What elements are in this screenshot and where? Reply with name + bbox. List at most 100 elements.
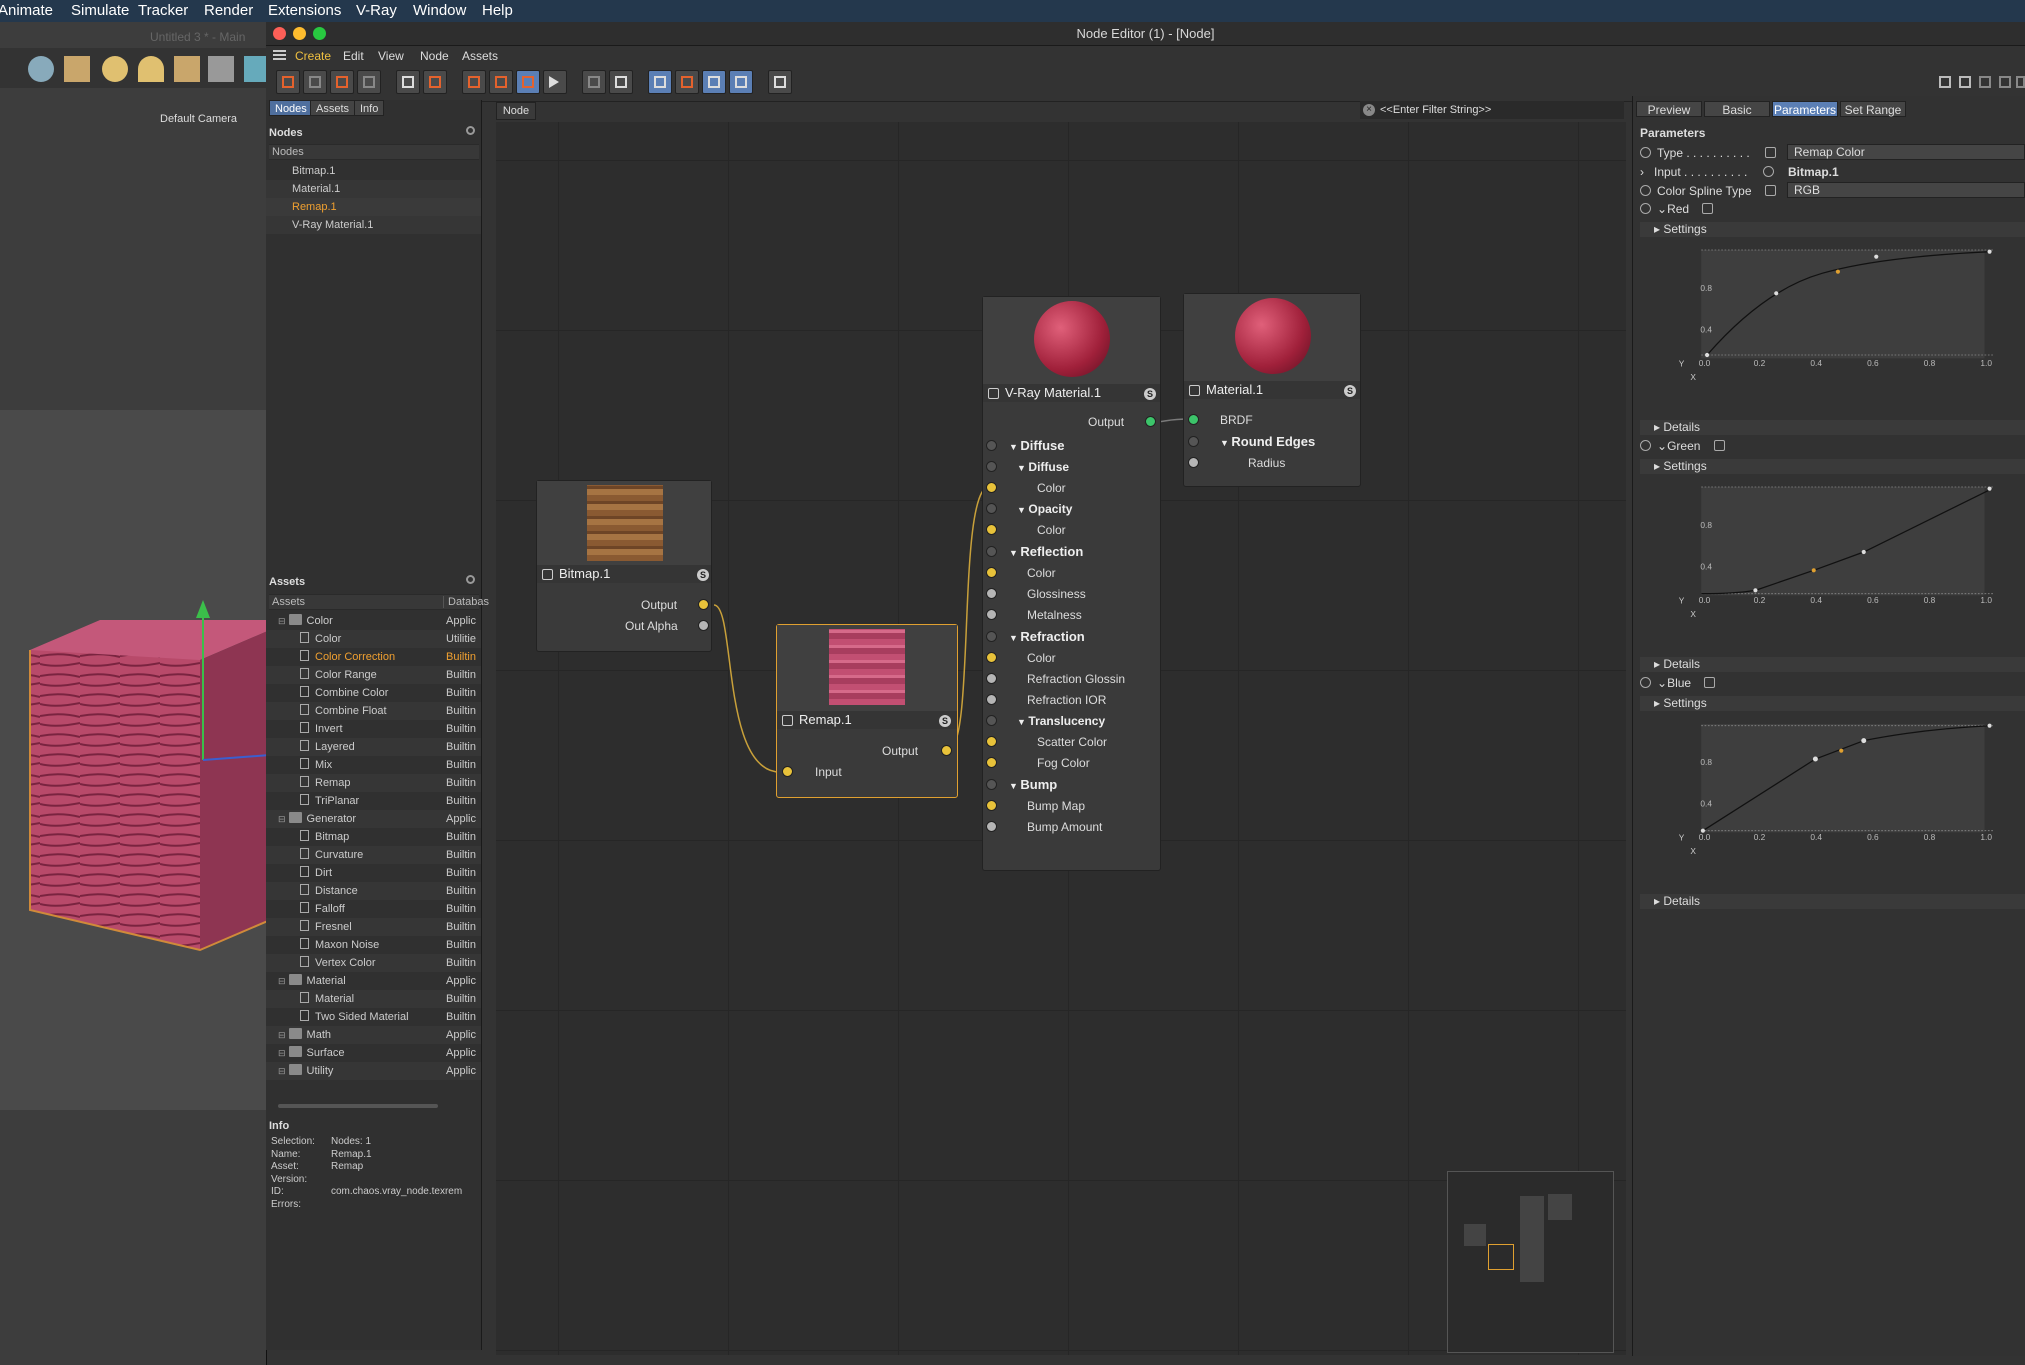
remap-node[interactable]: Remap.1 S Output Input bbox=[776, 624, 958, 798]
asset-item[interactable]: Color Utilitie bbox=[266, 630, 481, 648]
collapse-arrow-icon[interactable]: ▼ bbox=[1009, 781, 1020, 791]
remove-node-tool-icon[interactable] bbox=[357, 70, 381, 94]
lock-icon[interactable] bbox=[1999, 76, 2011, 88]
port-group-row[interactable]: ▼ Refraction bbox=[983, 626, 1162, 648]
port-row[interactable]: Color bbox=[983, 563, 1162, 584]
expand-toggle-icon[interactable]: ⊟ bbox=[278, 976, 286, 986]
menu-create[interactable]: Create bbox=[295, 49, 331, 63]
tab-basic[interactable]: Basic bbox=[1704, 101, 1770, 117]
graph-minimap[interactable] bbox=[1447, 1171, 1614, 1353]
zoom-window-icon[interactable] bbox=[313, 27, 326, 40]
menu-simulate[interactable]: Simulate bbox=[71, 2, 129, 19]
checkbox[interactable] bbox=[1713, 440, 1725, 451]
tab-assets[interactable]: Assets bbox=[310, 100, 356, 116]
type-select[interactable]: Remap Color bbox=[1787, 144, 2025, 160]
blue-curve-editor[interactable]: 0.8 0.4 YX 0.0 0.2 0.4 0.6 0.8 1.0 bbox=[1640, 714, 2025, 864]
menu-node[interactable]: Node bbox=[420, 49, 449, 63]
minimize-window-icon[interactable] bbox=[293, 27, 306, 40]
port-row[interactable]: Refraction Glossin bbox=[983, 669, 1162, 690]
asset-item[interactable]: Color Range Builtin bbox=[266, 666, 481, 684]
port-group-row[interactable]: ▼ Translucency bbox=[983, 711, 1162, 732]
asset-item[interactable]: Invert Builtin bbox=[266, 720, 481, 738]
menu-vray[interactable]: V-Ray bbox=[356, 2, 397, 19]
input-port[interactable] bbox=[986, 609, 997, 620]
node-title[interactable]: Material.1 bbox=[1184, 381, 1360, 399]
search-icon[interactable] bbox=[466, 575, 475, 584]
menu-edit[interactable]: Edit bbox=[343, 49, 364, 63]
layout-grid-icon[interactable] bbox=[489, 70, 513, 94]
node-tree-item[interactable]: V-Ray Material.1 bbox=[266, 216, 481, 234]
port-group-row[interactable]: ▼ Opacity bbox=[983, 499, 1162, 520]
port-group-label[interactable]: ▼ Round Edges bbox=[1220, 434, 1315, 449]
expand-toggle-icon[interactable]: ⊟ bbox=[278, 1030, 286, 1040]
collapse-arrow-icon[interactable]: ▼ bbox=[1017, 717, 1028, 727]
select-node-tool-icon[interactable] bbox=[330, 70, 354, 94]
settings-bar[interactable]: ▸ Settings bbox=[1640, 222, 2025, 237]
input-port[interactable] bbox=[1188, 436, 1199, 447]
panel-layout-1-icon[interactable] bbox=[1939, 76, 1951, 88]
layout-flow-icon[interactable] bbox=[516, 70, 540, 94]
asset-item[interactable]: Falloff Builtin bbox=[266, 900, 481, 918]
input-port[interactable] bbox=[986, 440, 997, 451]
animate-radio-icon[interactable] bbox=[1640, 440, 1651, 451]
port-group-row[interactable]: ▼ Bump bbox=[983, 774, 1162, 796]
bitmap-node[interactable]: Bitmap.1 S Output Out Alpha bbox=[536, 480, 712, 652]
asset-item[interactable]: Bitmap Builtin bbox=[266, 828, 481, 846]
output-port[interactable] bbox=[941, 745, 952, 756]
node-tree-item-selected[interactable]: Remap.1 bbox=[266, 198, 481, 216]
asset-item[interactable]: Curvature Builtin bbox=[266, 846, 481, 864]
port-group-row[interactable]: ▼ Reflection bbox=[983, 541, 1162, 563]
details-bar[interactable]: ▸ Details bbox=[1640, 657, 2025, 672]
connect-icon[interactable] bbox=[702, 70, 726, 94]
port-row[interactable]: Bump Amount bbox=[983, 817, 1162, 838]
input-port[interactable] bbox=[986, 652, 997, 663]
sphere-icon[interactable] bbox=[102, 56, 128, 82]
light-icon[interactable] bbox=[64, 56, 90, 82]
brush-icon[interactable] bbox=[729, 70, 753, 94]
port-row[interactable]: Bump Map bbox=[983, 796, 1162, 817]
paste-tool-icon[interactable] bbox=[423, 70, 447, 94]
tab-set-range[interactable]: Set Range bbox=[1840, 101, 1906, 117]
asset-item[interactable]: Mix Builtin bbox=[266, 756, 481, 774]
input-port[interactable] bbox=[986, 694, 997, 705]
asset-item[interactable]: Dirt Builtin bbox=[266, 864, 481, 882]
port-row[interactable]: Scatter Color bbox=[983, 732, 1162, 753]
collapse-arrow-icon[interactable]: ▼ bbox=[1009, 633, 1020, 643]
menu-assets[interactable]: Assets bbox=[462, 49, 498, 63]
asset-folder[interactable]: ⊟ Surface Applic bbox=[266, 1044, 481, 1062]
asset-item[interactable]: Combine Float Builtin bbox=[266, 702, 481, 720]
node-title[interactable]: Remap.1 bbox=[777, 711, 957, 729]
solo-icon[interactable] bbox=[582, 70, 606, 94]
details-bar[interactable]: ▸ Details bbox=[1640, 894, 2025, 909]
wood-cube[interactable] bbox=[0, 590, 270, 960]
expand-toggle-icon[interactable]: ⊟ bbox=[278, 1048, 286, 1058]
asset-folder[interactable]: ⊟ Generator Applic bbox=[266, 810, 481, 828]
hamburger-icon[interactable] bbox=[273, 50, 286, 60]
animate-radio-icon[interactable] bbox=[1640, 147, 1651, 158]
settings-bar[interactable]: ▸ Settings bbox=[1640, 459, 2025, 474]
input-port[interactable] bbox=[986, 821, 997, 832]
spline-type-select[interactable]: RGB bbox=[1787, 182, 2025, 198]
input-value[interactable]: Bitmap.1 bbox=[1788, 165, 1839, 179]
cloud-icon[interactable] bbox=[28, 56, 54, 82]
port-row[interactable]: Color bbox=[983, 478, 1162, 499]
asset-item[interactable]: Fresnel Builtin bbox=[266, 918, 481, 936]
animate-radio-icon[interactable] bbox=[1640, 677, 1651, 688]
horizontal-scrollbar[interactable] bbox=[278, 1104, 438, 1108]
input-port[interactable] bbox=[986, 546, 997, 557]
expand-toggle-icon[interactable]: ⊟ bbox=[278, 616, 286, 626]
asset-item[interactable]: Layered Builtin bbox=[266, 738, 481, 756]
solo-icon[interactable]: S bbox=[1344, 385, 1356, 397]
copy-tool-icon[interactable] bbox=[396, 70, 420, 94]
camera-icon[interactable] bbox=[208, 56, 234, 82]
expand-toggle-icon[interactable]: ⊟ bbox=[278, 814, 286, 824]
animate-radio-icon[interactable] bbox=[1640, 185, 1651, 196]
checkbox[interactable] bbox=[1765, 147, 1776, 158]
asset-folder[interactable]: ⊟ Color Applic bbox=[266, 612, 481, 630]
new-group-tool-icon[interactable] bbox=[303, 70, 327, 94]
settings-bar[interactable]: ▸ Settings bbox=[1640, 696, 2025, 711]
graph-breadcrumb[interactable]: Node bbox=[496, 102, 536, 120]
asset-item[interactable]: Combine Color Builtin bbox=[266, 684, 481, 702]
port-row[interactable]: Glossiness bbox=[983, 584, 1162, 605]
collapse-arrow-icon[interactable]: ▼ bbox=[1017, 505, 1028, 515]
